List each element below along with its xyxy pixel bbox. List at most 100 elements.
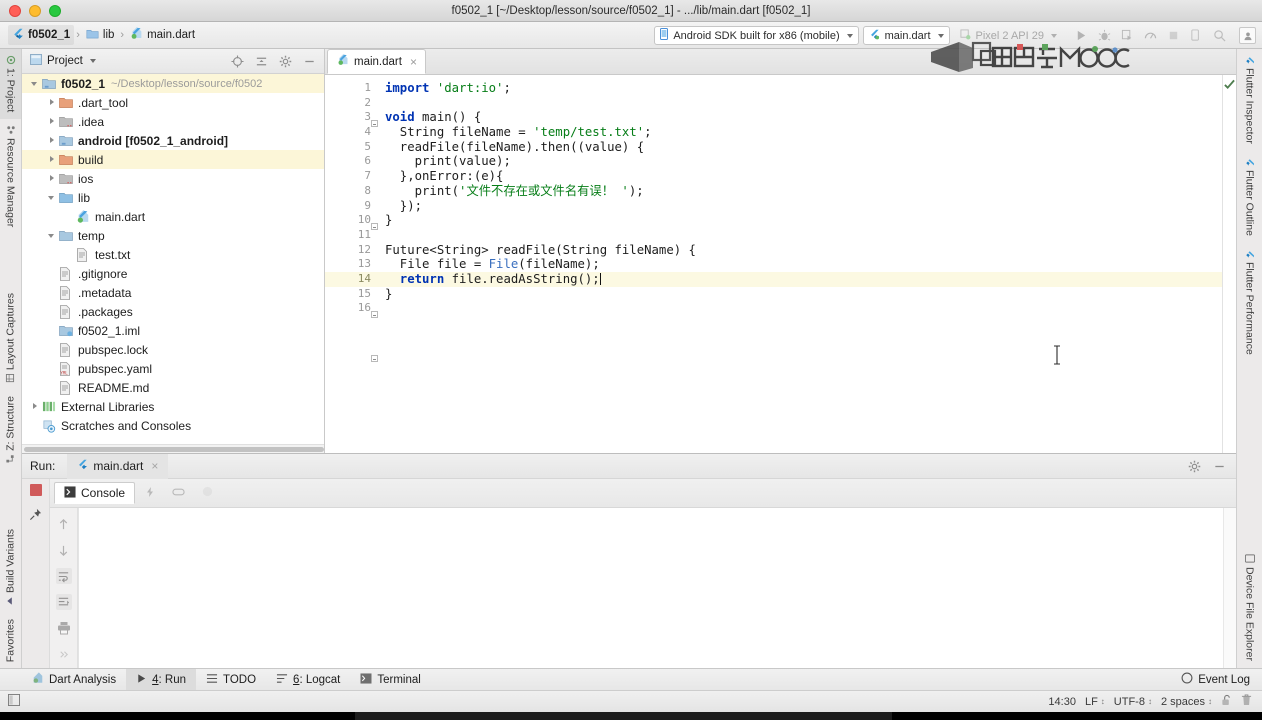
tree-item-idea[interactable]: .idea bbox=[22, 112, 324, 131]
tree-item-gitignore[interactable]: .gitignore bbox=[22, 264, 324, 283]
editor-inspection-gutter[interactable] bbox=[1222, 75, 1236, 453]
tree-item-external-libraries[interactable]: External Libraries bbox=[22, 397, 324, 416]
locate-icon[interactable] bbox=[231, 54, 244, 68]
trash-icon[interactable] bbox=[1241, 694, 1252, 709]
sidebar-tab-layout-captures[interactable]: Layout Captures bbox=[0, 286, 21, 389]
chevron-right-icon[interactable] bbox=[47, 173, 58, 184]
tree-item-readme-md[interactable]: README.md bbox=[22, 378, 324, 397]
project-tree-hscrollbar[interactable] bbox=[22, 444, 324, 453]
tree-item-main-dart[interactable]: main.dart bbox=[22, 207, 324, 226]
chevron-down-icon[interactable] bbox=[89, 59, 96, 63]
tree-item-lib[interactable]: lib bbox=[22, 188, 324, 207]
close-icon[interactable]: × bbox=[151, 459, 158, 473]
chevron-down-icon[interactable] bbox=[47, 192, 58, 203]
encoding-selector[interactable]: UTF-8 ↕ bbox=[1114, 696, 1152, 708]
hide-icon[interactable] bbox=[303, 55, 316, 68]
tree-item-ios[interactable]: ios bbox=[22, 169, 324, 188]
tree-item-packages[interactable]: .packages bbox=[22, 302, 324, 321]
attach-debugger-button[interactable] bbox=[1190, 28, 1204, 43]
toolbar-button-run[interactable]: 4: Run bbox=[126, 668, 197, 691]
code-line[interactable]: print(value); bbox=[381, 154, 1222, 169]
close-icon[interactable]: × bbox=[410, 55, 417, 69]
close-window-button[interactable] bbox=[9, 4, 21, 17]
tree-item-f0502-1[interactable]: f0502_1 ~/Desktop/lesson/source/f0502 bbox=[22, 74, 324, 93]
tree-item-dart-tool[interactable]: .dart_tool bbox=[22, 93, 324, 112]
tree-item-temp[interactable]: temp bbox=[22, 226, 324, 245]
run-button[interactable] bbox=[1075, 29, 1089, 43]
tree-item-scratches-and-consoles[interactable]: Scratches and Consoles bbox=[22, 416, 324, 435]
hide-icon[interactable] bbox=[1213, 460, 1226, 473]
sidebar-tab-flutter-outline[interactable]: Flutter Outline bbox=[1237, 151, 1262, 243]
chevron-right-icon[interactable] bbox=[47, 154, 58, 165]
scroll-to-end-icon[interactable] bbox=[55, 594, 72, 610]
tree-item-f0502-1-iml[interactable]: f0502_1.iml bbox=[22, 321, 324, 340]
editor-tab-main-dart[interactable]: main.dart × bbox=[327, 49, 426, 74]
code-line[interactable]: print('文件不存在或文件名有误！ '); bbox=[381, 184, 1222, 199]
fold-marker-readfile-end[interactable] bbox=[370, 354, 379, 363]
settings-gear-icon[interactable] bbox=[279, 55, 292, 68]
chevron-right-icon[interactable] bbox=[47, 97, 58, 108]
toolbar-button-dart-analysis[interactable]: Dart Analysis bbox=[22, 669, 126, 691]
sidebar-tab-favorites[interactable]: Favorites bbox=[0, 612, 21, 668]
tab-stack[interactable] bbox=[165, 482, 192, 504]
sidebar-tab-build-variants[interactable]: Build Variants bbox=[0, 522, 21, 612]
debug-button[interactable] bbox=[1098, 29, 1112, 43]
console-scrollbar[interactable] bbox=[1223, 508, 1236, 668]
sidebar-tab-resource-manager[interactable]: Resource Manager bbox=[0, 119, 21, 234]
tree-item-test-txt[interactable]: test.txt bbox=[22, 245, 324, 264]
minimize-window-button[interactable] bbox=[29, 4, 41, 17]
code-editor[interactable]: 1 2 3 4 5 6 7 8 9 10 11 12 13 14 15 16 import 'dart:io'… bbox=[325, 75, 1236, 453]
up-arrow-icon[interactable] bbox=[56, 516, 72, 532]
run-configuration-selector[interactable]: main.dart bbox=[862, 26, 950, 45]
event-log-button[interactable]: Event Log bbox=[1181, 672, 1262, 687]
project-tree[interactable]: f0502_1 ~/Desktop/lesson/source/f0502 .dar… bbox=[22, 74, 324, 453]
project-panel-title-group[interactable]: Project bbox=[30, 54, 96, 68]
indent-selector[interactable]: 2 spaces ↕ bbox=[1161, 696, 1212, 708]
breadcrumb-file[interactable]: main.dart bbox=[126, 25, 199, 45]
code-line[interactable]: Future<String> readFile(String fileName)… bbox=[381, 243, 1222, 258]
chevron-right-icon[interactable] bbox=[47, 116, 58, 127]
breadcrumb-lib[interactable]: lib bbox=[82, 25, 119, 45]
layout-icon[interactable] bbox=[8, 694, 20, 709]
sidebar-tab-flutter-performance[interactable]: Flutter Performance bbox=[1237, 243, 1262, 362]
down-arrow-icon[interactable] bbox=[56, 542, 72, 558]
run-coverage-button[interactable] bbox=[1121, 29, 1135, 43]
sidebar-tab-structure[interactable]: Z: Structure bbox=[0, 389, 21, 470]
stop-button[interactable] bbox=[1167, 29, 1181, 43]
code-line[interactable]: import 'dart:io'; bbox=[381, 81, 1222, 96]
tree-item-metadata[interactable]: .metadata bbox=[22, 283, 324, 302]
tree-item-android-f0502-1-android[interactable]: android [f0502_1_android] bbox=[22, 131, 324, 150]
pin-tab-icon[interactable] bbox=[29, 508, 42, 524]
tab-console[interactable]: Console bbox=[54, 482, 136, 504]
window-controls[interactable] bbox=[0, 4, 61, 17]
breadcrumb-project[interactable]: f0502_1 bbox=[8, 25, 75, 45]
code-line[interactable]: String fileName = 'temp/test.txt'; bbox=[381, 125, 1222, 140]
fold-marker-main[interactable] bbox=[370, 119, 379, 128]
sidebar-tab-flutter-inspector[interactable]: Flutter Inspector bbox=[1237, 49, 1262, 151]
code-line[interactable]: void main() { bbox=[381, 110, 1222, 125]
code-line[interactable]: File file = File(fileName); bbox=[381, 257, 1222, 272]
fold-marker-main-end[interactable] bbox=[370, 222, 379, 231]
code-line[interactable] bbox=[381, 301, 1222, 316]
tree-item-pubspec-yaml[interactable]: YML pubspec.yaml bbox=[22, 359, 324, 378]
code-line[interactable] bbox=[381, 228, 1222, 243]
soft-wrap-icon[interactable] bbox=[55, 568, 72, 584]
user-avatar-button[interactable] bbox=[1239, 27, 1256, 44]
tab-bolt[interactable] bbox=[137, 482, 163, 504]
line-separator-selector[interactable]: LF ↕ bbox=[1085, 696, 1105, 708]
code-line[interactable]: return file.readAsString(); bbox=[381, 271, 1222, 287]
tab-filter[interactable] bbox=[194, 482, 221, 504]
caret-position[interactable]: 14:30 bbox=[1048, 696, 1076, 708]
fold-marker-readfile[interactable] bbox=[370, 310, 379, 319]
code-line[interactable]: } bbox=[381, 287, 1222, 302]
toolbar-button-todo[interactable]: TODO bbox=[196, 669, 266, 691]
stop-process-button[interactable] bbox=[29, 484, 42, 496]
print-icon[interactable] bbox=[56, 620, 72, 636]
code-line[interactable]: readFile(fileName).then((value) { bbox=[381, 140, 1222, 155]
search-everywhere-button[interactable] bbox=[1213, 29, 1227, 43]
chevron-right-icon[interactable] bbox=[47, 135, 58, 146]
run-panel-tab[interactable]: main.dart × bbox=[67, 453, 169, 479]
more-options-icon[interactable] bbox=[56, 646, 72, 662]
collapse-all-icon[interactable] bbox=[255, 55, 268, 68]
code-line[interactable]: }); bbox=[381, 199, 1222, 214]
